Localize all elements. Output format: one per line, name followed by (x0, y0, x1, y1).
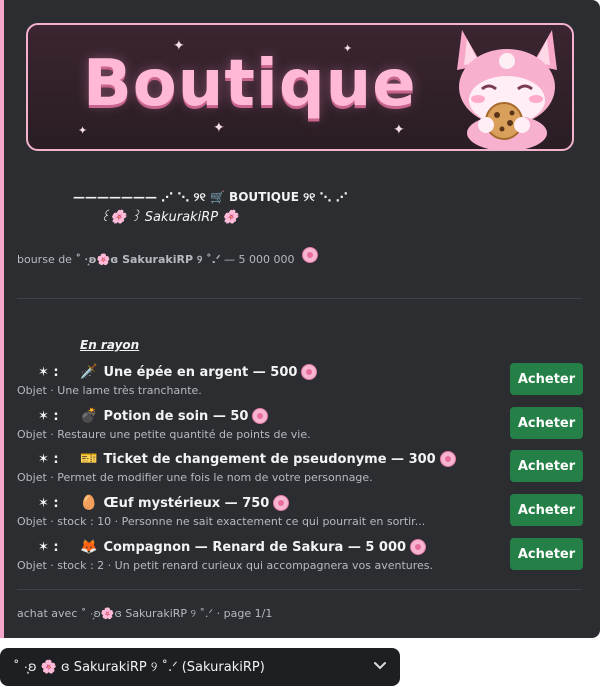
item-title: ✶ : 🎫 Ticket de changement de pseudonyme —… (38, 451, 456, 467)
shop-header-title: ——————— ⋰ ⋱ ୨୧ 🛒 BOUTIQUE ୨୧ ⋱ ⋰ (73, 190, 348, 204)
buy-button[interactable]: Acheter (510, 363, 583, 395)
item-name-price: Potion de soin — 50 (103, 408, 249, 424)
sakura-coin-icon (273, 495, 290, 511)
shop-item-row: ✶ : 🎫 Ticket de changement de pseudonyme —… (0, 449, 600, 493)
sakura-coin-icon (302, 247, 318, 263)
item-name-price: Œuf mystérieux — 750 (103, 495, 270, 511)
item-name-price: Compagnon — Renard de Sakura — 5 000 (103, 539, 407, 555)
item-bullet: ✶ : (38, 495, 59, 511)
item-title: ✶ : 🦊 Compagnon — Renard de Sakura — 5 000 (38, 539, 427, 555)
item-title: ✶ : 🗡️ Une épée en argent — 500 (38, 364, 318, 380)
item-title: ✶ : 💣 Potion de soin — 50 (38, 408, 269, 424)
item-bullet: ✶ : (38, 364, 59, 380)
buy-button[interactable]: Acheter (510, 538, 583, 570)
item-bullet: ✶ : (38, 451, 59, 467)
buy-button[interactable]: Acheter (510, 407, 583, 439)
sakura-coin-icon (252, 408, 269, 424)
sparkle-icon: ✦ (213, 120, 225, 136)
wallet-owner: ˚ ·͙ʚ🌸ɞ SakurakiRP ୨ ˚.ᐟ (75, 253, 221, 266)
shop-header-server: ꒰🌸 ꒱ SakurakiRP 🌸 (100, 210, 239, 225)
item-description: Objet · Permet de modifier une fois le n… (17, 471, 373, 484)
account-select[interactable]: ˚ ·͙ʚ 🌸 ɞ SakurakiRP ୨ ˚.ᐟ (SakurakiRP) (0, 648, 400, 686)
shop-footer: achat avec ˚ ·͙ʚ🌸ɞ SakurakiRP ୨ ˚.ᐟ · pa… (17, 607, 273, 620)
item-name-price: Une épée en argent — 500 (103, 364, 298, 380)
item-emoji-icon: 🦊 (80, 539, 98, 555)
sakura-coin-icon (439, 451, 456, 467)
section-title: En rayon (80, 338, 140, 352)
item-emoji-icon: 🎫 (80, 451, 98, 467)
sparkle-icon: ✦ (78, 124, 88, 137)
chevron-down-icon (374, 662, 386, 670)
item-emoji-icon: 💣 (80, 408, 98, 424)
item-bullet: ✶ : (38, 408, 59, 424)
item-description: Objet · Restaure une petite quantité de … (17, 428, 311, 441)
shop-item-row: ✶ : 💣 Potion de soin — 50 Objet · Restaure … (0, 406, 600, 450)
shop-item-row: ✶ : 🗡️ Une épée en argent — 500 Objet · Une… (0, 362, 600, 406)
wallet-prefix: bourse de (17, 253, 72, 266)
divider (17, 298, 582, 299)
banner-title: Boutique (83, 47, 417, 121)
divider (17, 589, 582, 590)
item-emoji-icon: 🗡️ (80, 364, 98, 380)
sakura-coin-icon (301, 364, 318, 380)
item-name-price: Ticket de changement de pseudonyme — 300 (103, 451, 436, 467)
shop-item-row: ✶ : 🦊 Compagnon — Renard de Sakura — 5 000… (0, 537, 600, 581)
item-title: ✶ : 🥚 Œuf mystérieux — 750 (38, 495, 290, 511)
shop-item-row: ✶ : 🥚 Œuf mystérieux — 750 Objet · stock : … (0, 493, 600, 537)
shop-embed: ✦ ✦ ✦ ✦ ✦ Boutique ——————— ⋰ ⋱ ୨୧ 🛒 BOUT… (0, 0, 600, 638)
shop-banner: ✦ ✦ ✦ ✦ ✦ Boutique (26, 23, 574, 151)
item-description: Objet · stock : 2 · Un petit renard curi… (17, 559, 434, 572)
fox-mascot-icon (457, 30, 557, 149)
item-description: Objet · Une lame très tranchante. (17, 384, 202, 397)
item-bullet: ✶ : (38, 539, 59, 555)
wallet-amount: — 5 000 000 (224, 253, 295, 266)
sakura-coin-icon (410, 539, 427, 555)
buy-button[interactable]: Acheter (510, 450, 583, 482)
item-description: Objet · stock : 10 · Personne ne sait ex… (17, 515, 426, 528)
wallet-balance: bourse de ˚ ·͙ʚ🌸ɞ SakurakiRP ୨ ˚.ᐟ — 5 0… (17, 247, 318, 267)
item-emoji-icon: 🥚 (80, 495, 98, 511)
account-select-value: ˚ ·͙ʚ 🌸 ɞ SakurakiRP ୨ ˚.ᐟ (SakurakiRP) (13, 660, 265, 675)
sparkle-icon: ✦ (393, 122, 405, 138)
buy-button[interactable]: Acheter (510, 494, 583, 526)
